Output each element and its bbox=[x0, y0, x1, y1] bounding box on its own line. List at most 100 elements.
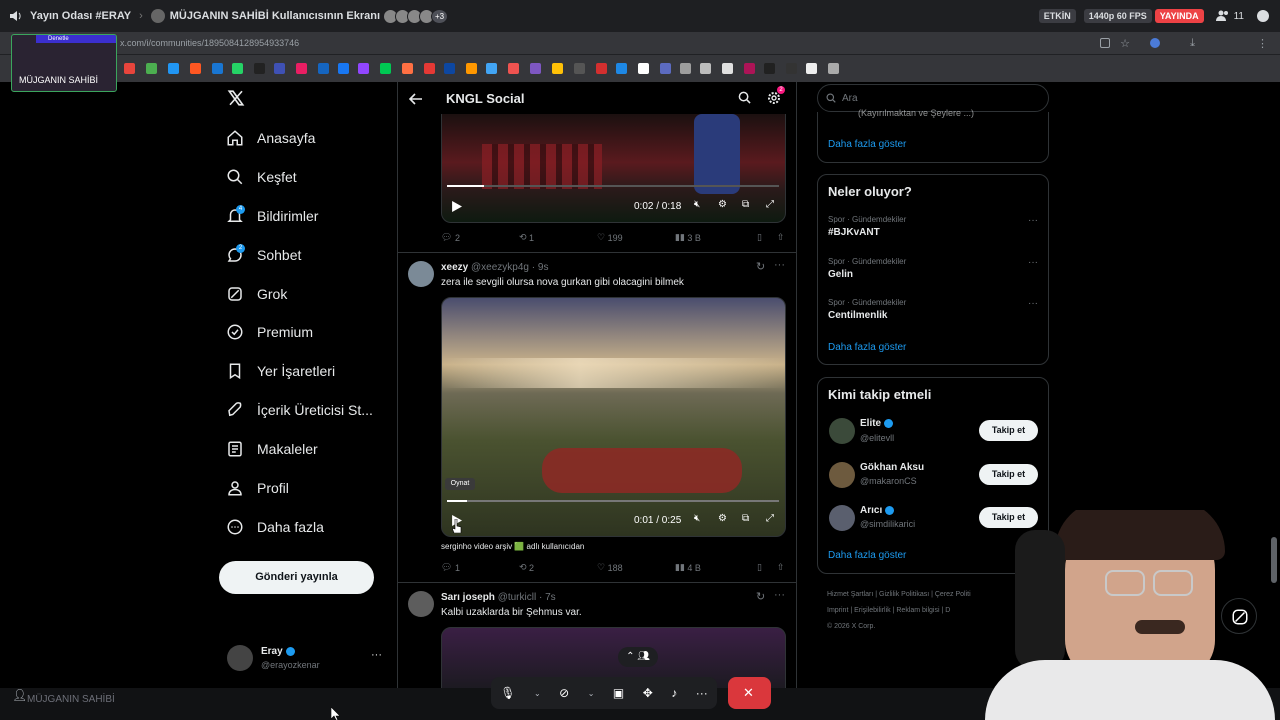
follow-name[interactable]: Gökhan Aksu bbox=[860, 462, 924, 473]
mute-icon[interactable]: 🔇︎ bbox=[694, 199, 700, 210]
bookmark-icon[interactable] bbox=[700, 63, 711, 74]
bookmark-icon[interactable] bbox=[764, 63, 775, 74]
trend-more-icon[interactable]: ··· bbox=[1028, 298, 1038, 309]
reply-button[interactable]: 💬︎ 2 bbox=[441, 232, 519, 243]
avatar[interactable] bbox=[408, 591, 434, 617]
pip-icon[interactable]: ⧉ bbox=[742, 199, 749, 210]
bookmark-icon[interactable] bbox=[168, 63, 179, 74]
grok-floating-button[interactable] bbox=[1221, 598, 1257, 634]
soundboard-icon[interactable]: ♪ bbox=[671, 686, 677, 700]
bookmark-icon[interactable] bbox=[530, 63, 541, 74]
bookmark-icon[interactable] bbox=[124, 63, 135, 74]
bookmark-icon[interactable] bbox=[358, 63, 369, 74]
settings-icon[interactable]: ⚙ bbox=[718, 199, 727, 210]
show-more-link[interactable]: Daha fazla göster bbox=[828, 550, 906, 561]
sidebar-item-premium[interactable]: Premium bbox=[226, 320, 313, 344]
avatar[interactable] bbox=[829, 505, 855, 531]
grok-explain-icon[interactable]: ↻ bbox=[756, 590, 765, 603]
bookmark-icon[interactable] bbox=[338, 63, 349, 74]
video-player[interactable]: Oynat 0:01 / 0:25 🔇︎ ⚙ ⧉ ⤢ bbox=[441, 297, 786, 537]
browser-menu-icon[interactable]: ⋮ bbox=[1257, 37, 1268, 50]
like-button[interactable]: ♡ 199 bbox=[597, 232, 675, 243]
bookmark-icon[interactable] bbox=[466, 63, 477, 74]
bookmark-icon[interactable] bbox=[274, 63, 285, 74]
author-name[interactable]: Sarı joseph bbox=[441, 592, 495, 603]
bookmark-icon[interactable] bbox=[254, 63, 265, 74]
bookmark-icon[interactable] bbox=[828, 63, 839, 74]
sidebar-item-home[interactable]: Anasayfa bbox=[226, 126, 315, 150]
sidebar-item-more[interactable]: Daha fazla bbox=[226, 515, 324, 539]
trend-item[interactable]: #BJKvANT bbox=[828, 227, 880, 238]
extension-icon[interactable] bbox=[1150, 38, 1160, 48]
bookmark-icon[interactable] bbox=[318, 63, 329, 74]
share-icon[interactable]: ⇧ bbox=[777, 562, 785, 573]
follow-handle[interactable]: @makaronCS bbox=[860, 476, 917, 486]
follow-handle[interactable]: @simdilikarici bbox=[860, 519, 915, 529]
bookmark-icon[interactable] bbox=[722, 63, 733, 74]
follow-button[interactable]: Takip et bbox=[979, 420, 1038, 441]
bookmark-icon[interactable] bbox=[424, 63, 435, 74]
retweet-button[interactable]: ⟲ 2 bbox=[519, 562, 597, 573]
chat-bubble-icon[interactable] bbox=[1256, 9, 1270, 23]
post-button[interactable]: Gönderi yayınla bbox=[219, 561, 374, 594]
star-icon[interactable]: ☆ bbox=[1120, 37, 1130, 50]
trend-item[interactable]: Centilmenlik bbox=[828, 310, 887, 321]
bookmark-icon[interactable] bbox=[232, 63, 243, 74]
sidebar-item-articles[interactable]: Makaleler bbox=[226, 437, 318, 461]
bookmark-icon[interactable] bbox=[190, 63, 201, 74]
author-name[interactable]: xeezy bbox=[441, 262, 468, 273]
bookmark-icon[interactable] bbox=[616, 63, 627, 74]
bookmark-icon[interactable] bbox=[146, 63, 157, 74]
bookmark-icon[interactable]: ▯ bbox=[757, 562, 777, 573]
sidebar-item-grok[interactable]: Grok bbox=[226, 282, 287, 306]
reply-button[interactable]: 💬︎ 1 bbox=[441, 562, 519, 573]
tweet-more-icon[interactable]: ··· bbox=[774, 259, 785, 271]
participants-toggle[interactable]: ⌃ 👥︎ bbox=[618, 647, 658, 667]
participants-stack[interactable]: +3 bbox=[383, 8, 449, 24]
pip-icon[interactable]: ⧉ bbox=[742, 513, 749, 524]
author-handle[interactable]: @turkicll bbox=[498, 592, 537, 603]
tweet-time[interactable]: · 9s bbox=[532, 262, 549, 273]
bookmark-icon[interactable] bbox=[574, 63, 585, 74]
video-progress-bar[interactable] bbox=[447, 500, 779, 502]
avatar[interactable] bbox=[829, 418, 855, 444]
account-switcher[interactable]: Eray @erayozkenar ··· bbox=[227, 645, 387, 675]
avatar[interactable] bbox=[408, 261, 434, 287]
chevron-down-icon[interactable]: ⌄ bbox=[588, 689, 595, 698]
bookmark-icon[interactable] bbox=[402, 63, 413, 74]
activities-icon[interactable]: ✥ bbox=[643, 686, 653, 700]
sidebar-item-creator-studio[interactable]: İçerik Üreticisi St... bbox=[226, 398, 373, 422]
fullscreen-icon[interactable]: ⤢ bbox=[766, 513, 774, 524]
bookmark-icon[interactable] bbox=[380, 63, 391, 74]
follow-handle[interactable]: @elitevll bbox=[860, 433, 894, 443]
leave-call-button[interactable]: ✕ bbox=[728, 677, 771, 709]
bookmark-icon[interactable] bbox=[296, 63, 307, 74]
bookmark-icon[interactable] bbox=[638, 63, 649, 74]
bookmark-icon[interactable]: ▯ bbox=[757, 232, 777, 243]
author-handle[interactable]: @xeezykp4g bbox=[471, 262, 529, 273]
bookmark-icon[interactable] bbox=[786, 63, 797, 74]
screen-share-icon[interactable]: ▣ bbox=[613, 686, 624, 700]
share-icon[interactable]: ⇧ bbox=[777, 232, 785, 243]
grok-explain-icon[interactable]: ↻ bbox=[756, 260, 765, 273]
sidebar-item-bookmarks[interactable]: Yer İşaretleri bbox=[226, 359, 335, 383]
chevron-down-icon[interactable]: ⌄ bbox=[534, 689, 541, 698]
bookmark-icon[interactable] bbox=[552, 63, 563, 74]
avatar[interactable] bbox=[829, 462, 855, 488]
bookmark-icon[interactable] bbox=[680, 63, 691, 74]
views-button[interactable]: ▮▮ 4 B bbox=[675, 562, 757, 573]
back-arrow-icon[interactable] bbox=[409, 92, 423, 106]
speaker-icon[interactable] bbox=[8, 8, 24, 24]
stream-preview-thumbnail[interactable]: Denetle MÜJGANIN SAHİBİ bbox=[11, 34, 117, 92]
tweet-more-icon[interactable]: ··· bbox=[774, 589, 785, 601]
show-more-link[interactable]: Daha fazla göster bbox=[828, 139, 906, 150]
bookmark-icon[interactable] bbox=[444, 63, 455, 74]
trend-more-icon[interactable]: ··· bbox=[1028, 257, 1038, 268]
x-logo-icon[interactable] bbox=[227, 89, 245, 107]
bookmark-icon[interactable] bbox=[486, 63, 497, 74]
viewers-icon[interactable] bbox=[1215, 10, 1230, 22]
video-attribution[interactable]: serginho video arşiv 🟩 adlı kullanıcıdan bbox=[441, 542, 584, 551]
show-more-link[interactable]: Daha fazla göster bbox=[828, 342, 906, 353]
fullscreen-icon[interactable]: ⤢ bbox=[766, 199, 774, 210]
tweet-time[interactable]: · 7s bbox=[539, 592, 556, 603]
